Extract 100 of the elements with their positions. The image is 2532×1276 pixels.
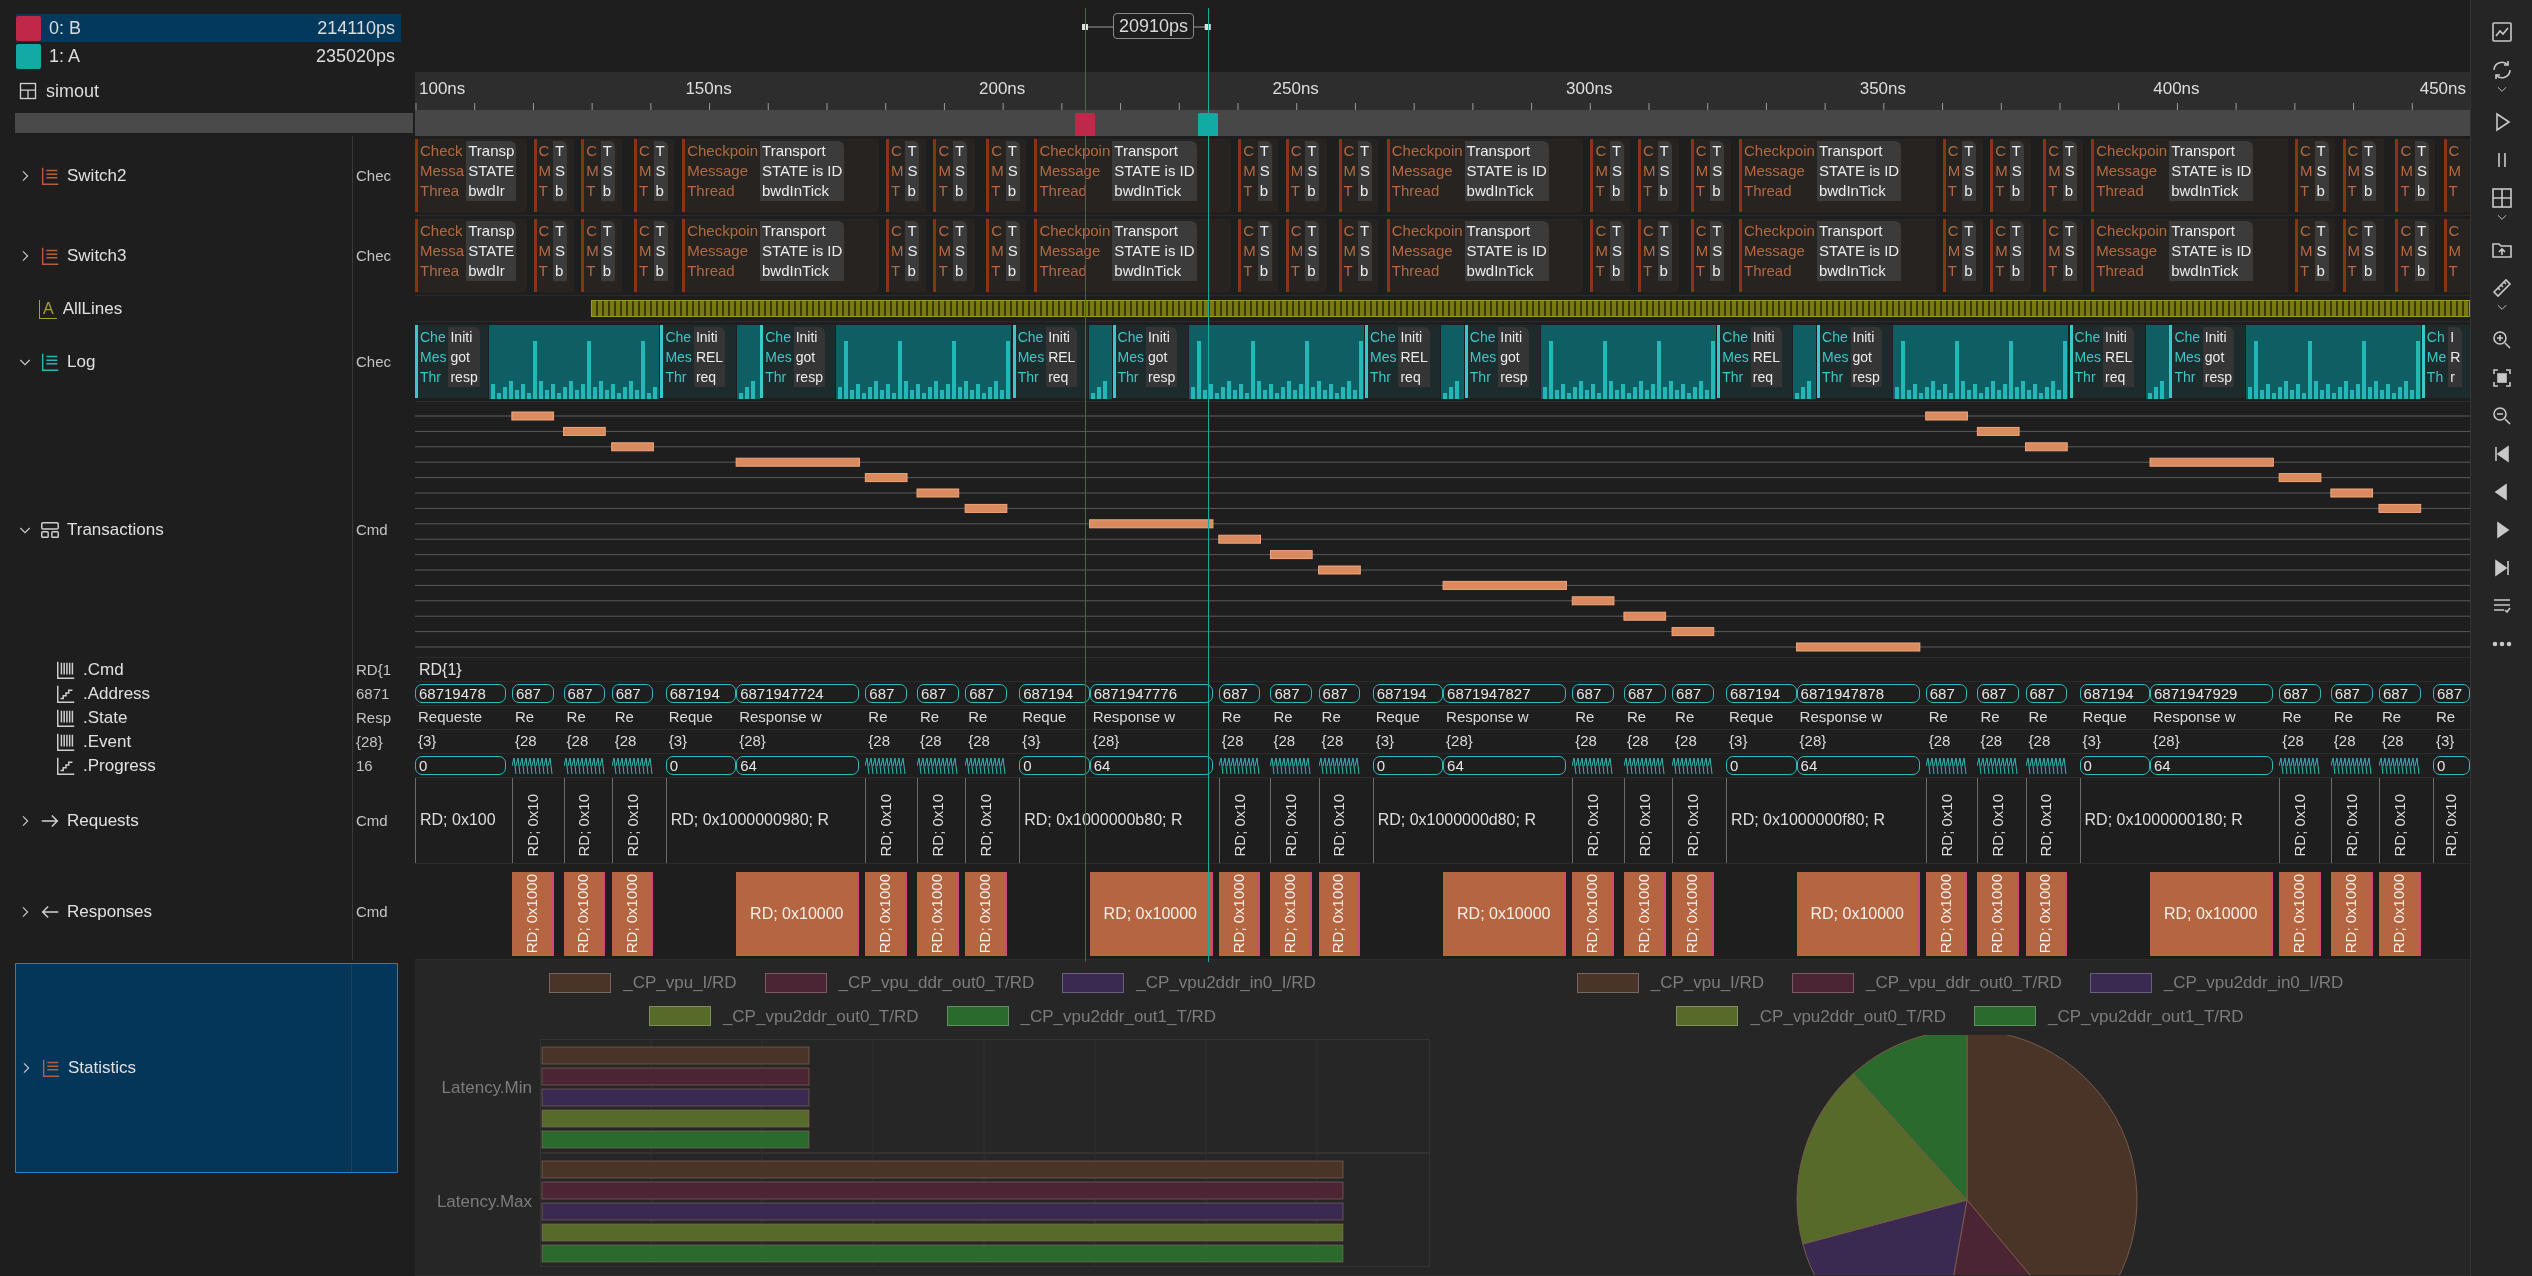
message-block[interactable]: C M T T S b — [1990, 139, 2032, 212]
legend-label[interactable]: _CP_vpu_I/RD — [623, 970, 737, 996]
message-block[interactable]: Checkpoin Message Thread Transport STATE is ID bwdInTick — [1386, 219, 1584, 292]
message-block[interactable]: C M T T S b — [1338, 139, 1379, 212]
legend-label[interactable]: _CP_vpu_I/RD — [1650, 970, 1765, 996]
tree-row[interactable]: .Progress 16 — [0, 754, 398, 778]
tree-row[interactable]: Responses Cmd — [0, 864, 398, 960]
legend-label[interactable]: _CP_vpu_ddr_out0_T/RD — [838, 970, 1035, 996]
message-block[interactable]: C M T T S b — [2295, 219, 2335, 292]
message-block[interactable]: C M T T S b — [1590, 139, 1631, 212]
tree-row[interactable]: Requests Cmd — [0, 778, 398, 864]
message-block[interactable]: Che Mes Thr Initi REL req — [1365, 325, 1441, 398]
message-block[interactable]: C M T T S b — [885, 219, 926, 292]
message-block[interactable]: C M T T S b — [1990, 219, 2032, 292]
request-label: RD; 0x10 — [523, 794, 542, 857]
message-block[interactable]: Che Mes Thr Initi got resp — [1464, 325, 1540, 398]
message-block[interactable]: C M T — [2443, 219, 2470, 292]
legend-label[interactable]: _CP_vpu2ddr_out0_T/RD — [722, 1003, 919, 1029]
message-block[interactable]: C M T T S b — [1690, 219, 1731, 292]
message-block[interactable]: C M T T S b — [581, 139, 623, 212]
message-block[interactable]: C M T T S b — [885, 139, 926, 212]
layout-icon[interactable] — [2489, 186, 2514, 210]
category-label: Latency.Max — [436, 1191, 532, 1213]
cursor-marker[interactable] — [1197, 113, 1218, 136]
view-title[interactable]: simout — [46, 77, 99, 105]
message-block[interactable]: Checkpoin Message Thread Transport STATE is ID bwdInTick — [1739, 219, 1936, 292]
message-block[interactable]: Che Mes Thr Initi REL req — [660, 325, 736, 398]
message-block[interactable]: C M T T S b — [1285, 219, 1327, 292]
message-block[interactable]: Checkpoin Message Thread Transport STATE is ID bwdInTick — [682, 219, 879, 292]
message-block[interactable]: C M T T S b — [2043, 139, 2084, 212]
message-block[interactable]: C M T T S b — [1638, 139, 1680, 212]
message-block[interactable]: C M T T S b — [2342, 139, 2384, 212]
message-block[interactable]: C M T T S b — [1238, 139, 1279, 212]
transaction-bar — [1269, 550, 1313, 560]
message-label: T S b — [952, 141, 967, 201]
message-block[interactable]: C M T T S b — [1285, 139, 1327, 212]
message-block[interactable]: Che Mes Thr Initi got resp — [1112, 325, 1188, 398]
legend-label[interactable]: _CP_vpu2ddr_out0_T/RD — [1750, 1003, 1946, 1029]
cursor-row[interactable]: 0: B 214110ps — [16, 14, 401, 42]
tree-row[interactable]: Log Chec — [0, 322, 398, 402]
message-block[interactable]: C M T T S b — [933, 219, 975, 292]
tree-row[interactable]: Switch2 Chec — [0, 136, 398, 216]
tree-row[interactable]: Transactions Cmd — [0, 402, 398, 658]
message-block[interactable]: C M T T S b — [1690, 139, 1731, 212]
chart-icon[interactable] — [2489, 20, 2514, 44]
message-block[interactable]: C M T — [2443, 139, 2470, 212]
message-block[interactable]: C M T T S b — [1942, 219, 1983, 292]
cursor-row[interactable]: 1: A 235020ps — [16, 42, 401, 70]
message-block[interactable]: Che Mes Thr Initi got resp — [1817, 325, 1893, 398]
legend-label[interactable]: _CP_vpu_ddr_out0_T/RD — [1866, 970, 2062, 996]
message-block[interactable]: Check Messa Threa Transp STATE bwdIr — [415, 219, 527, 292]
message-block[interactable]: C M T T S b — [1338, 219, 1379, 292]
message-block[interactable]: C M T T S b — [533, 139, 574, 212]
message-block[interactable]: C M T T S b — [581, 219, 623, 292]
message-block[interactable]: Checkpoin Message Thread Transport STATE is ID bwdInTick — [1386, 139, 1584, 212]
message-block[interactable]: Checkpoin Message Thread Transport STATE is ID bwdInTick — [682, 139, 879, 212]
message-block[interactable]: Ch Me Th I R r — [2421, 325, 2470, 398]
legend-label[interactable]: _CP_vpu2ddr_in0_I/RD — [1136, 970, 1316, 996]
message-block[interactable]: C M T T S b — [1590, 219, 1631, 292]
message-block[interactable]: Checkpoin Message Thread Transport STATE is ID bwdInTick — [2091, 219, 2288, 292]
legend-label[interactable]: _CP_vpu2ddr_in0_I/RD — [2163, 970, 2344, 996]
message-block[interactable]: Che Mes Thr Initi REL req — [2069, 325, 2145, 398]
message-block[interactable]: Checkpoin Message Thread Transport STATE is ID bwdInTick — [1739, 139, 1936, 212]
message-block[interactable]: C M T T S b — [1942, 139, 1983, 212]
tree-row[interactable]: .State Resp — [0, 706, 398, 730]
message-block[interactable]: C M T T S b — [634, 219, 674, 292]
message-block[interactable]: C M T T S b — [1638, 219, 1680, 292]
signal-value: Re — [1626, 707, 1647, 727]
tree-row[interactable]: Statistics — [15, 963, 398, 1173]
message-block[interactable]: C M T T S b — [2395, 139, 2436, 212]
message-block[interactable]: C M T T S b — [533, 219, 574, 292]
message-block[interactable]: Che Mes Thr Initi got resp — [415, 325, 489, 398]
message-text: C M T — [538, 141, 552, 201]
message-block[interactable]: C M T T S b — [2395, 219, 2436, 292]
message-block[interactable]: Che Mes Thr Initi REL req — [1012, 325, 1088, 398]
message-block[interactable]: C M T T S b — [2295, 139, 2335, 212]
message-block[interactable]: C M T T S b — [1238, 219, 1279, 292]
message-block[interactable]: Che Mes Thr Initi got resp — [760, 325, 836, 398]
tree-row[interactable]: .Address 6871 — [0, 682, 398, 706]
tree-row[interactable]: Switch3 Chec — [0, 216, 398, 296]
message-block[interactable]: C M T T S b — [986, 139, 1027, 212]
message-block[interactable]: C M T T S b — [2342, 219, 2384, 292]
message-block[interactable]: C M T T S b — [2043, 219, 2084, 292]
message-label: T S b — [952, 221, 967, 281]
tree-row[interactable]: .Cmd RD{1 — [0, 658, 398, 682]
message-block[interactable]: C M T T S b — [986, 219, 1027, 292]
tree-row[interactable]: A AllLines — [0, 296, 398, 322]
scrollbar-track[interactable] — [15, 113, 413, 133]
message-block[interactable]: C M T T S b — [933, 139, 975, 212]
message-block[interactable]: C M T T S b — [634, 139, 674, 212]
cursor-line[interactable] — [1207, 8, 1209, 962]
message-block[interactable]: Check Messa Threa Transp STATE bwdIr — [415, 139, 527, 212]
legend-label[interactable]: _CP_vpu2ddr_out1_T/RD — [2048, 1003, 2244, 1029]
message-block[interactable]: Che Mes Thr Initi REL req — [1717, 325, 1793, 398]
legend-label[interactable]: _CP_vpu2ddr_out1_T/RD — [1020, 1003, 1217, 1029]
cursor-marker[interactable] — [1075, 113, 1095, 136]
tree-row[interactable]: .Event {28} — [0, 730, 398, 754]
bus-value: 687 — [1218, 684, 1261, 703]
message-block[interactable]: Checkpoin Message Thread Transport STATE is ID bwdInTick — [2091, 139, 2288, 212]
message-block[interactable]: Che Mes Thr Initi got resp — [2169, 325, 2245, 398]
